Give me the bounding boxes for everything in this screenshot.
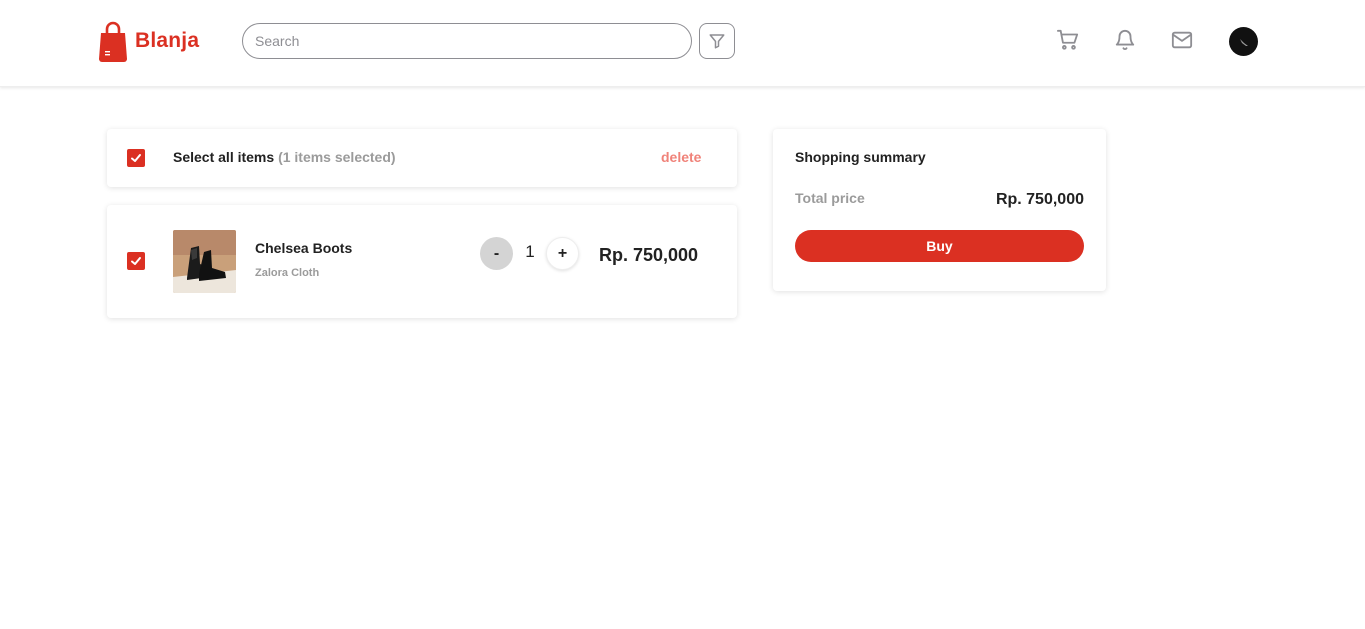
- delete-button[interactable]: delete: [661, 149, 701, 165]
- cart-icon: [1057, 29, 1079, 50]
- product-name[interactable]: Chelsea Boots: [255, 240, 352, 256]
- check-icon: [131, 154, 141, 162]
- check-icon: [131, 257, 141, 265]
- select-all-checkbox[interactable]: [127, 149, 145, 167]
- item-price: Rp. 750,000: [599, 245, 699, 265]
- summary-title: Shopping summary: [795, 149, 926, 165]
- quantity-decrease-button[interactable]: -: [480, 237, 513, 270]
- quantity-increase-button[interactable]: +: [546, 237, 579, 270]
- brand-name: Blanja: [135, 29, 200, 52]
- search-input[interactable]: [242, 23, 692, 59]
- message-button[interactable]: [1170, 28, 1194, 52]
- avatar[interactable]: [1229, 27, 1258, 56]
- filter-icon: [709, 34, 725, 49]
- bell-icon: [1115, 30, 1135, 51]
- shopping-bag-icon: [99, 21, 127, 62]
- notification-button[interactable]: [1113, 28, 1137, 52]
- quantity-value: 1: [525, 242, 535, 261]
- select-all-text: Select all items: [173, 149, 275, 165]
- product-store: Zalora Cloth: [255, 267, 320, 279]
- selected-count: (1 items selected): [278, 149, 396, 165]
- top-navbar: Blanja: [0, 0, 1365, 87]
- brand-logo[interactable]: Blanja: [98, 20, 199, 62]
- mail-icon: [1171, 31, 1193, 49]
- cart-item: Chelsea Boots Zalora Cloth - 1 + Rp. 750…: [107, 205, 737, 318]
- total-price-value: Rp. 750,000: [995, 191, 1084, 208]
- item-checkbox[interactable]: [127, 252, 145, 270]
- avatar-image: [1239, 38, 1248, 46]
- filter-button[interactable]: [699, 23, 735, 59]
- buy-button[interactable]: Buy: [795, 230, 1084, 262]
- shopping-summary-card: Shopping summary Total price Rp. 750,000…: [773, 129, 1106, 291]
- select-all-label: Select all items (1 items selected): [173, 149, 396, 165]
- cart-button[interactable]: [1056, 28, 1080, 52]
- select-all-card: Select all items (1 items selected) dele…: [107, 129, 737, 187]
- product-image[interactable]: [173, 230, 236, 293]
- total-price-label: Total price: [795, 190, 865, 206]
